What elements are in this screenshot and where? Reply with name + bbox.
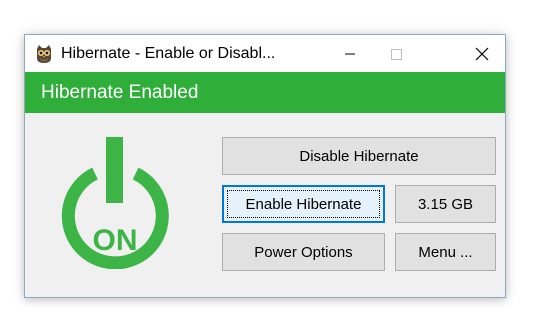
- status-text: Hibernate Enabled: [41, 82, 199, 103]
- app-window: Hibernate - Enable or Disabl... Hibernat…: [24, 34, 506, 298]
- minimize-icon: [345, 53, 355, 54]
- disable-hibernate-button[interactable]: Disable Hibernate: [222, 137, 496, 175]
- close-icon: [475, 47, 489, 60]
- title-bar[interactable]: Hibernate - Enable or Disabl...: [25, 35, 505, 72]
- window-title: Hibernate - Enable or Disabl...: [61, 45, 276, 62]
- enable-hibernate-label: Enable Hibernate: [245, 195, 362, 213]
- hiberfile-size-button[interactable]: 3.15 GB: [395, 185, 496, 223]
- menu-label: Menu ...: [418, 243, 473, 261]
- owl-app-icon: [37, 45, 51, 63]
- close-button[interactable]: [459, 35, 505, 72]
- menu-button[interactable]: Menu ...: [395, 233, 496, 271]
- hiberfile-size-label: 3.15 GB: [417, 195, 474, 213]
- minimize-button[interactable]: [327, 35, 373, 72]
- disable-hibernate-label: Disable Hibernate: [299, 147, 419, 165]
- power-options-button[interactable]: Power Options: [222, 233, 385, 271]
- main-panel: ON Disable Hibernate Enable Hibernate 3.…: [25, 113, 505, 297]
- enable-hibernate-button[interactable]: Enable Hibernate: [222, 185, 385, 223]
- power-options-label: Power Options: [254, 243, 353, 261]
- maximize-icon: [391, 48, 402, 60]
- status-bar: Hibernate Enabled: [25, 72, 505, 113]
- maximize-button[interactable]: [373, 35, 419, 72]
- power-on-icon: ON: [61, 137, 169, 269]
- logo-label: ON: [93, 224, 138, 257]
